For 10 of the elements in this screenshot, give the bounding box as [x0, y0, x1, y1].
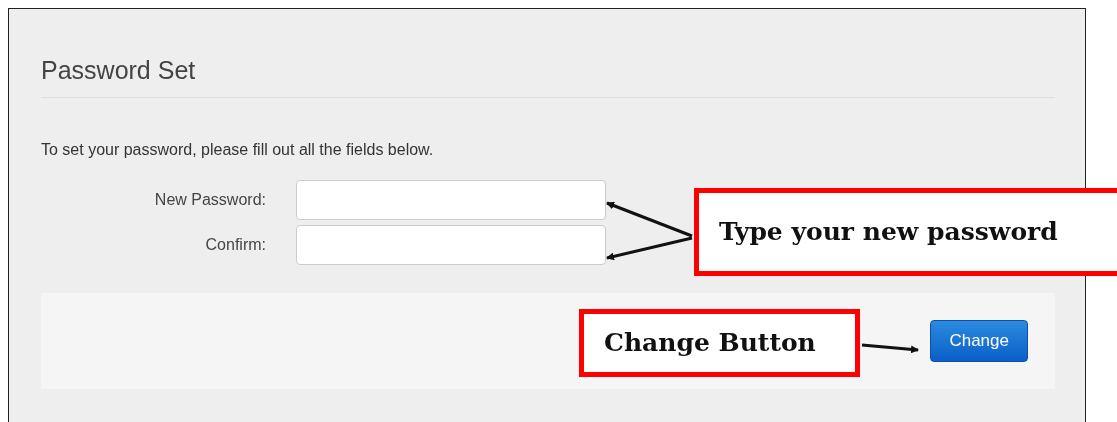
change-button[interactable]: Change	[930, 320, 1028, 362]
instructions-text: To set your password, please fill out all the fields below.	[41, 140, 435, 160]
field-label: Confirm:	[204, 235, 266, 255]
callout-label: Type your new password	[694, 188, 1117, 276]
arrow	[861, 343, 919, 354]
callout-label: Change Button	[579, 309, 860, 377]
password-field[interactable]	[296, 180, 606, 220]
password-field[interactable]	[296, 225, 606, 265]
panel-title: Password Set	[41, 55, 197, 85]
field-label: New Password:	[153, 190, 266, 210]
